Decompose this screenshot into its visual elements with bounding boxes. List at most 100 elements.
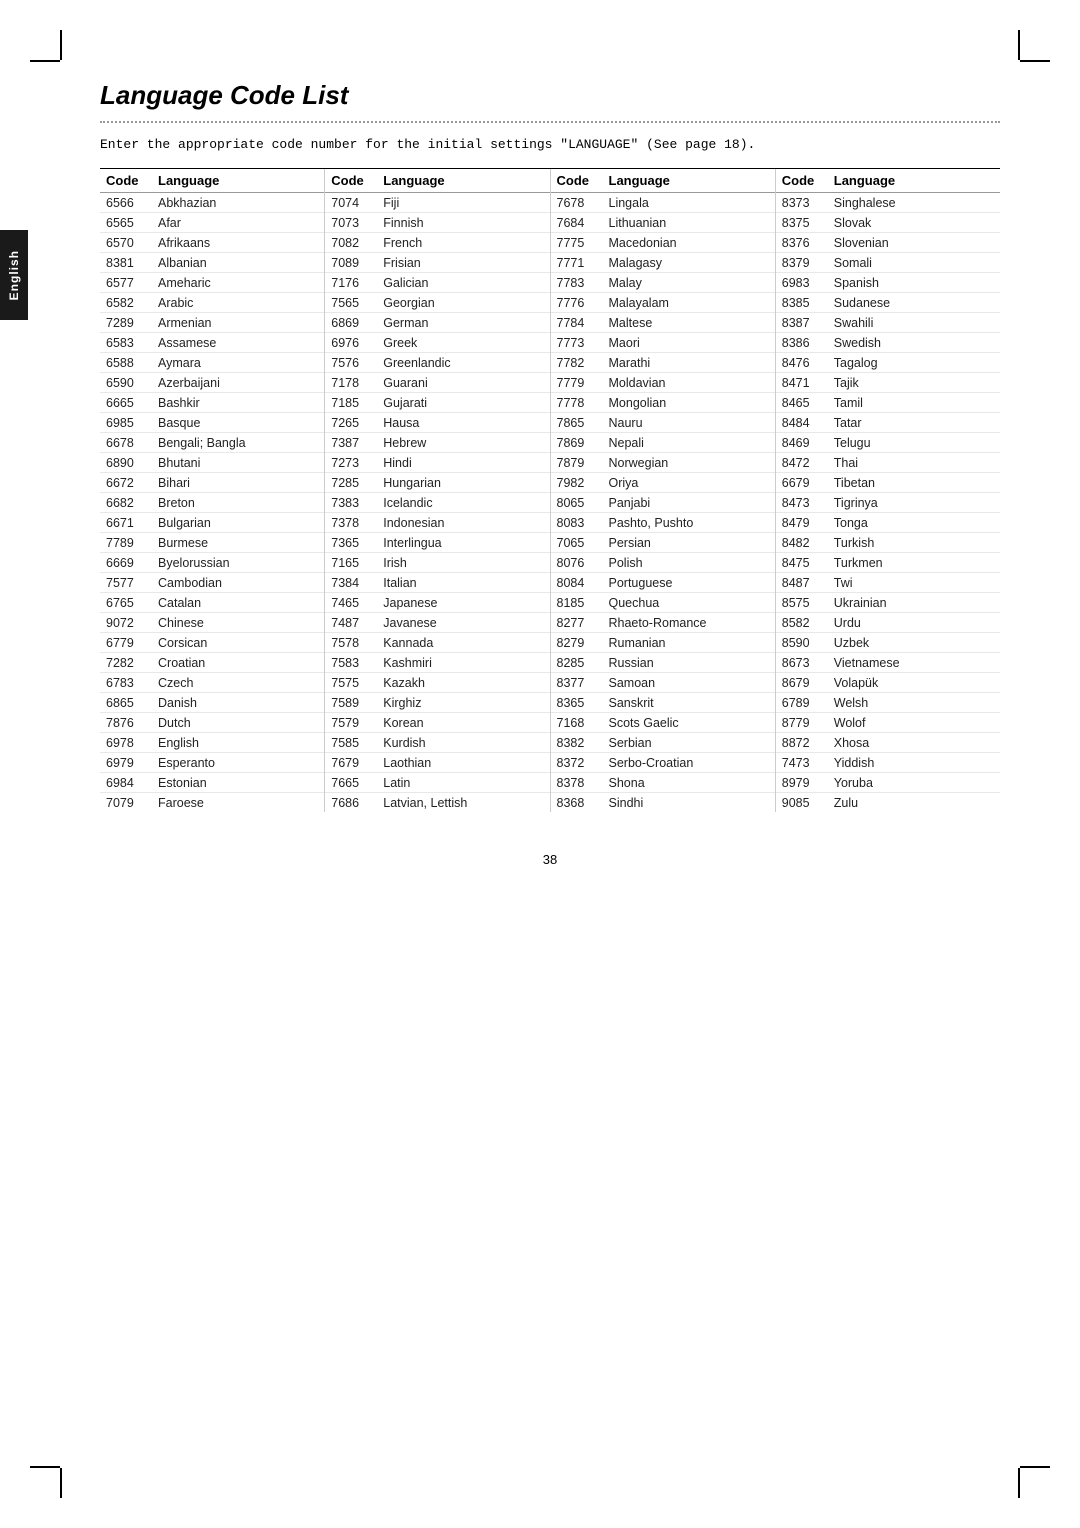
language-code: 9085 bbox=[782, 796, 834, 810]
language-code: 8469 bbox=[782, 436, 834, 450]
language-code: 8368 bbox=[557, 796, 609, 810]
language-name: Rhaeto-Romance bbox=[609, 616, 707, 630]
language-code: 8076 bbox=[557, 556, 609, 570]
language-code: 6577 bbox=[106, 276, 158, 290]
language-code: 6590 bbox=[106, 376, 158, 390]
column-header-code: Code bbox=[557, 173, 609, 188]
language-code: 8590 bbox=[782, 636, 834, 650]
column-header-2: CodeLanguage bbox=[325, 169, 549, 193]
column-header-language: Language bbox=[609, 173, 670, 188]
language-name: Spanish bbox=[834, 276, 879, 290]
language-code: 8475 bbox=[782, 556, 834, 570]
table-row: 7876Dutch bbox=[100, 713, 324, 733]
language-name: Samoan bbox=[609, 676, 656, 690]
language-name: Tajik bbox=[834, 376, 859, 390]
table-row: 6682Breton bbox=[100, 493, 324, 513]
corner-mark-bl-horizontal bbox=[30, 1466, 60, 1468]
language-code: 7583 bbox=[331, 656, 383, 670]
table-row: 7176Galician bbox=[325, 273, 549, 293]
language-code: 8185 bbox=[557, 596, 609, 610]
language-code: 7665 bbox=[331, 776, 383, 790]
language-code: 7589 bbox=[331, 696, 383, 710]
language-name: Burmese bbox=[158, 536, 208, 550]
language-code: 7065 bbox=[557, 536, 609, 550]
language-name: Bhutani bbox=[158, 456, 200, 470]
language-code: 6588 bbox=[106, 356, 158, 370]
column-2: CodeLanguage7074Fiji7073Finnish7082Frenc… bbox=[325, 169, 550, 812]
language-code: 7576 bbox=[331, 356, 383, 370]
language-name: Malagasy bbox=[609, 256, 663, 270]
language-name: Interlingua bbox=[383, 536, 441, 550]
language-name: Czech bbox=[158, 676, 193, 690]
column-header-language: Language bbox=[158, 173, 219, 188]
language-name: Hindi bbox=[383, 456, 412, 470]
language-name: Azerbaijani bbox=[158, 376, 220, 390]
language-name: French bbox=[383, 236, 422, 250]
table-row: 8379Somali bbox=[776, 253, 1000, 273]
language-name: Irish bbox=[383, 556, 407, 570]
corner-mark-bl-vertical bbox=[60, 1468, 62, 1498]
table-row: 7565Georgian bbox=[325, 293, 549, 313]
language-code: 7869 bbox=[557, 436, 609, 450]
language-code: 8482 bbox=[782, 536, 834, 550]
language-code: 6869 bbox=[331, 316, 383, 330]
language-name: Fiji bbox=[383, 196, 399, 210]
language-name: Russian bbox=[609, 656, 654, 670]
language-code: 7378 bbox=[331, 516, 383, 530]
language-name: Malay bbox=[609, 276, 642, 290]
language-name: Telugu bbox=[834, 436, 871, 450]
table-row: 8368Sindhi bbox=[551, 793, 775, 812]
language-code: 8381 bbox=[106, 256, 158, 270]
language-code: 6779 bbox=[106, 636, 158, 650]
language-code: 9072 bbox=[106, 616, 158, 630]
language-code: 7775 bbox=[557, 236, 609, 250]
language-name: Icelandic bbox=[383, 496, 432, 510]
language-name: Moldavian bbox=[609, 376, 666, 390]
language-code: 7285 bbox=[331, 476, 383, 490]
table-row: 8376Slovenian bbox=[776, 233, 1000, 253]
language-name: Wolof bbox=[834, 716, 866, 730]
language-code: 8472 bbox=[782, 456, 834, 470]
column-rows: 7678Lingala7684Lithuanian7775Macedonian7… bbox=[551, 193, 775, 812]
language-code: 8575 bbox=[782, 596, 834, 610]
table-row: 8185Quechua bbox=[551, 593, 775, 613]
table-row: 7575Kazakh bbox=[325, 673, 549, 693]
language-name: Thai bbox=[834, 456, 858, 470]
table-row: 8979Yoruba bbox=[776, 773, 1000, 793]
language-name: Tigrinya bbox=[834, 496, 878, 510]
table-row: 8582Urdu bbox=[776, 613, 1000, 633]
language-name: Somali bbox=[834, 256, 872, 270]
language-code: 7383 bbox=[331, 496, 383, 510]
language-name: Lithuanian bbox=[609, 216, 667, 230]
language-name: Kazakh bbox=[383, 676, 425, 690]
language-name: Macedonian bbox=[609, 236, 677, 250]
language-code: 7178 bbox=[331, 376, 383, 390]
table-row: 8381Albanian bbox=[100, 253, 324, 273]
language-code: 7577 bbox=[106, 576, 158, 590]
table-row: 6765Catalan bbox=[100, 593, 324, 613]
language-name: Slovenian bbox=[834, 236, 889, 250]
table-row: 7771Malagasy bbox=[551, 253, 775, 273]
column-header-language: Language bbox=[834, 173, 895, 188]
column-rows: 7074Fiji7073Finnish7082French7089Frisian… bbox=[325, 193, 549, 812]
table-row: 8473Tigrinya bbox=[776, 493, 1000, 513]
language-code: 7776 bbox=[557, 296, 609, 310]
table-row: 6566Abkhazian bbox=[100, 193, 324, 213]
language-name: Oriya bbox=[609, 476, 639, 490]
language-name: Bihari bbox=[158, 476, 190, 490]
language-name: Shona bbox=[609, 776, 645, 790]
language-code: 7282 bbox=[106, 656, 158, 670]
language-name: Gujarati bbox=[383, 396, 427, 410]
language-name: Corsican bbox=[158, 636, 207, 650]
language-table: CodeLanguage6566Abkhazian6565Afar6570Afr… bbox=[100, 168, 1000, 812]
table-row: 7178Guarani bbox=[325, 373, 549, 393]
column-header-language: Language bbox=[383, 173, 444, 188]
language-code: 8386 bbox=[782, 336, 834, 350]
language-name: Kirghiz bbox=[383, 696, 421, 710]
language-name: Tonga bbox=[834, 516, 868, 530]
language-name: Panjabi bbox=[609, 496, 651, 510]
table-row: 7289Armenian bbox=[100, 313, 324, 333]
language-code: 6978 bbox=[106, 736, 158, 750]
table-row: 7782Marathi bbox=[551, 353, 775, 373]
language-code: 8387 bbox=[782, 316, 834, 330]
